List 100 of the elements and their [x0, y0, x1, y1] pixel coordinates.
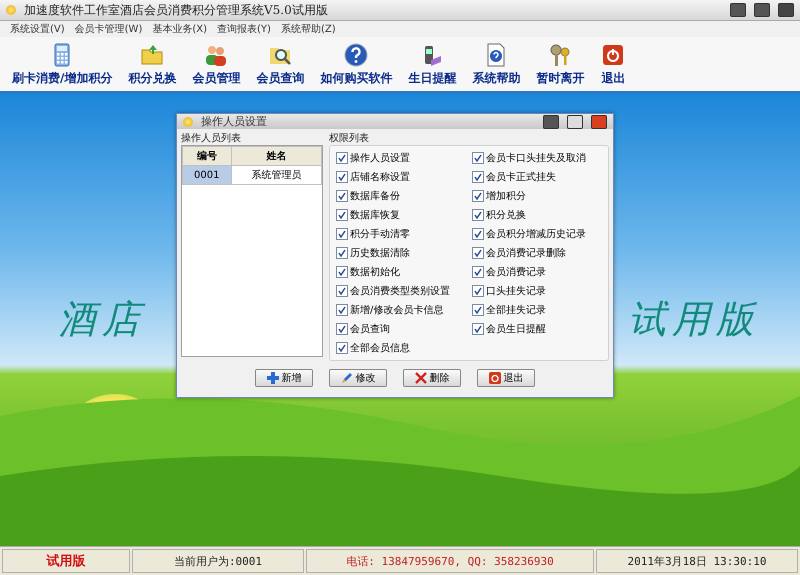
menu-item[interactable]: 系统帮助(Z) [280, 22, 336, 36]
menu-item[interactable]: 基本业务(X) [152, 22, 208, 36]
menu-item[interactable]: 系统设置(V) [10, 22, 65, 36]
menu-item[interactable]: 会员卡管理(W) [74, 22, 142, 36]
check-icon [474, 192, 482, 200]
banner-text: 酒店 [58, 296, 146, 343]
help-icon [343, 42, 370, 68]
check-icon [474, 230, 482, 238]
dialog-button[interactable]: 退出 [477, 369, 535, 387]
check-icon [338, 287, 346, 295]
contact-info: 电话: 13847959670, QQ: 358236930 [306, 549, 594, 573]
toolbar-button[interactable]: 会员管理 [184, 42, 248, 87]
checkbox[interactable] [472, 209, 484, 221]
checkbox[interactable] [336, 342, 348, 354]
permission-checkbox[interactable]: 会员消费记录 [472, 264, 602, 280]
permission-checkbox[interactable]: 会员卡口头挂失及取消 [472, 150, 602, 166]
edition-label: 试用版 [2, 549, 130, 573]
checkbox[interactable] [472, 285, 484, 297]
window-title: 加速度软件工作室酒店会员消费积分管理系统V5.0试用版 [24, 2, 329, 18]
checkbox[interactable] [336, 285, 348, 297]
check-icon [338, 154, 346, 162]
permission-checkbox[interactable]: 历史数据清除 [336, 245, 466, 261]
checkbox[interactable] [336, 171, 348, 183]
permission-checkbox[interactable]: 数据库备份 [336, 188, 466, 204]
permission-checkbox[interactable]: 全部挂失记录 [472, 302, 602, 318]
check-icon [474, 325, 482, 333]
checkbox[interactable] [336, 304, 348, 316]
check-icon [338, 249, 346, 257]
checkbox[interactable] [336, 266, 348, 278]
dialog-button[interactable]: 修改 [329, 369, 387, 387]
checkbox[interactable] [472, 152, 484, 164]
permission-checkbox[interactable]: 会员生日提醒 [472, 321, 602, 337]
check-icon [338, 192, 346, 200]
permission-checkbox[interactable]: 新增/修改会员卡信息 [336, 302, 466, 318]
permission-checkbox[interactable]: 全部会员信息 [336, 340, 466, 356]
close-button[interactable] [591, 114, 607, 128]
permission-checkbox[interactable]: 店铺名称设置 [336, 169, 466, 185]
checkbox[interactable] [336, 323, 348, 335]
permission-checkbox[interactable]: 会员查询 [336, 321, 466, 337]
checkbox[interactable] [472, 323, 484, 335]
permission-checkbox[interactable]: 积分兑换 [472, 207, 602, 223]
maximize-button[interactable] [567, 114, 583, 128]
checkbox[interactable] [336, 247, 348, 259]
plus-icon [266, 372, 278, 384]
dialog-button[interactable]: 新增 [255, 369, 313, 387]
toolbar-button[interactable]: 生日提醒 [400, 42, 464, 87]
check-icon [338, 173, 346, 181]
checkbox[interactable] [472, 190, 484, 202]
checkbox[interactable] [472, 171, 484, 183]
permission-checkbox[interactable]: 会员卡正式挂失 [472, 169, 602, 185]
app-icon [183, 116, 193, 126]
cross-icon [414, 372, 426, 384]
power-icon [488, 372, 500, 384]
check-icon [474, 154, 482, 162]
check-icon [338, 306, 346, 314]
permission-checkbox[interactable]: 会员积分增减历史记录 [472, 226, 602, 242]
current-user: 当前用户为:0001 [132, 549, 304, 573]
permission-checkbox[interactable]: 口头挂失记录 [472, 283, 602, 299]
menu-item[interactable]: 查询报表(Y) [217, 22, 271, 36]
column-header[interactable]: 姓名 [231, 146, 322, 166]
toolbar-button[interactable]: 如何购买软件 [312, 42, 400, 87]
toolbar-button[interactable]: 会员查询 [248, 42, 312, 87]
check-icon [474, 268, 482, 276]
checkbox[interactable] [336, 228, 348, 240]
permission-checkbox[interactable]: 会员消费记录删除 [472, 245, 602, 261]
toolbar-button[interactable]: 系统帮助 [464, 42, 528, 87]
toolbar-button[interactable]: 退出 [592, 42, 634, 87]
toolbar-button[interactable]: 刷卡消费/增加积分 [4, 42, 120, 87]
check-icon [338, 230, 346, 238]
check-icon [338, 211, 346, 219]
permission-checkbox[interactable]: 操作人员设置 [336, 150, 466, 166]
check-icon [338, 268, 346, 276]
operator-row[interactable]: 0001 系统管理员 [182, 166, 322, 184]
date-time: 2011年3月18日 13:30:10 [596, 549, 798, 573]
permission-checkbox[interactable]: 数据初始化 [336, 264, 466, 280]
group-heading: 权限列表 [329, 132, 370, 145]
banner-text: 试用版 [628, 296, 760, 343]
checkbox[interactable] [336, 209, 348, 221]
pencil-icon [340, 372, 352, 384]
table-cell: 系统管理员 [231, 166, 322, 184]
toolbar-button[interactable]: 积分兑换 [120, 42, 184, 87]
app-icon [6, 5, 16, 15]
group-heading: 操作人员列表 [181, 132, 242, 145]
permission-checkbox[interactable]: 积分手动清零 [336, 226, 466, 242]
checkbox[interactable] [472, 228, 484, 240]
check-icon [474, 173, 482, 181]
permission-checkbox[interactable]: 增加积分 [472, 188, 602, 204]
check-icon [338, 344, 346, 352]
minimize-button[interactable] [543, 114, 559, 128]
check-icon [474, 287, 482, 295]
checkbox[interactable] [336, 152, 348, 164]
permission-checkbox[interactable]: 数据库恢复 [336, 207, 466, 223]
checkbox[interactable] [472, 247, 484, 259]
dialog-button[interactable]: 删除 [403, 369, 461, 387]
checkbox[interactable] [336, 190, 348, 202]
column-header[interactable]: 编号 [182, 146, 232, 166]
toolbar-button[interactable]: 暂时离开 [528, 42, 592, 87]
checkbox[interactable] [472, 304, 484, 316]
checkbox[interactable] [472, 266, 484, 278]
permission-checkbox[interactable]: 会员消费类型类别设置 [336, 283, 466, 299]
